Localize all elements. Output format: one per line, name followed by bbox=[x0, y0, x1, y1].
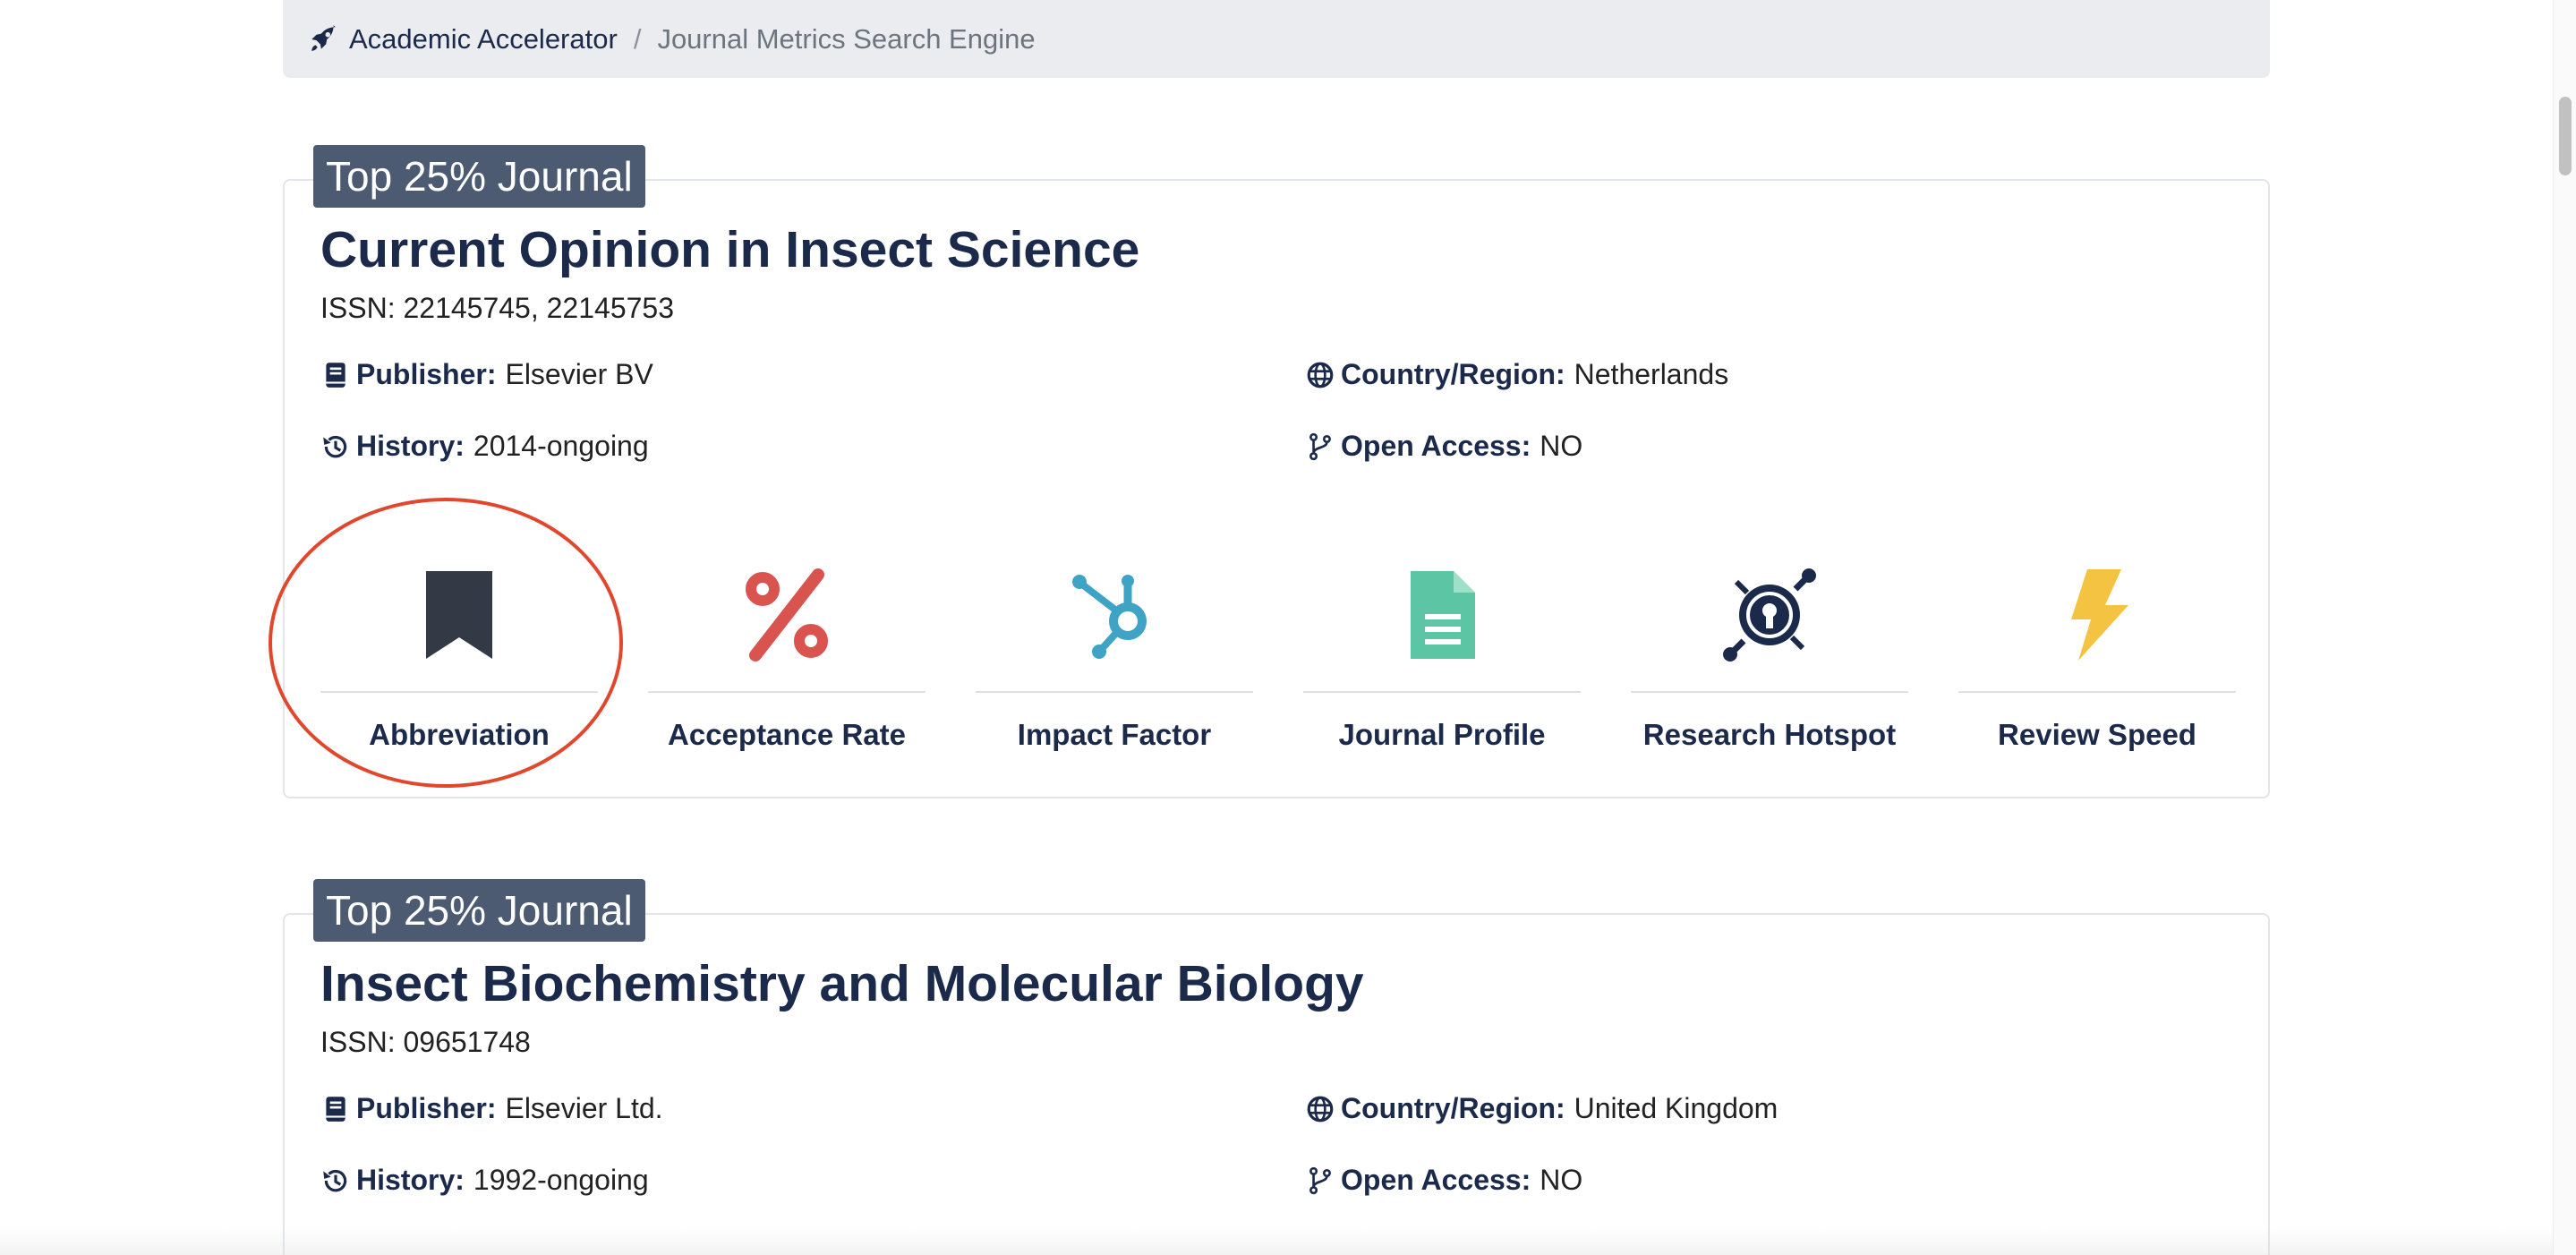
acceptance-rate-label: Acceptance Rate bbox=[668, 718, 906, 751]
journal-card: Top 25% Journal Insect Biochemistry and … bbox=[283, 879, 2270, 1255]
divider bbox=[976, 691, 1253, 693]
review-speed-button[interactable]: Review Speed bbox=[1958, 539, 2236, 798]
divider bbox=[1631, 691, 1908, 693]
impact-factor-button[interactable]: Impact Factor bbox=[976, 539, 1253, 798]
open-access-key: Open Access: bbox=[1341, 1164, 1531, 1196]
history-row: History: 1992-ongoing bbox=[320, 1164, 649, 1197]
code-branch-icon bbox=[1309, 432, 1331, 460]
country-key: Country/Region: bbox=[1341, 358, 1565, 390]
journal-title[interactable]: Current Opinion in Insect Science bbox=[320, 220, 1139, 279]
globe-icon bbox=[1307, 362, 1334, 388]
rank-badge: Top 25% Journal bbox=[313, 145, 645, 208]
publisher-key: Publisher: bbox=[356, 1092, 497, 1124]
history-key: History: bbox=[356, 1164, 465, 1196]
country-row: Country/Region: United Kingdom bbox=[1305, 1092, 1778, 1125]
book-icon bbox=[326, 1096, 345, 1122]
percent-icon bbox=[746, 568, 828, 662]
country-key: Country/Region: bbox=[1341, 1092, 1565, 1124]
open-access-value: NO bbox=[1540, 1164, 1583, 1196]
publisher-row: Publisher: Elsevier BV bbox=[320, 358, 653, 391]
history-icon bbox=[323, 1169, 347, 1191]
bolt-icon bbox=[2071, 569, 2128, 661]
open-access-key: Open Access: bbox=[1341, 430, 1531, 462]
divider bbox=[1303, 691, 1581, 693]
divider bbox=[1958, 691, 2236, 693]
journal-profile-label: Journal Profile bbox=[1338, 718, 1546, 751]
open-access-row: Open Access: NO bbox=[1305, 1164, 1582, 1197]
abbreviation-label: Abbreviation bbox=[369, 718, 550, 751]
country-value: United Kingdom bbox=[1574, 1092, 1778, 1124]
divider bbox=[320, 691, 598, 693]
page: Academic Accelerator / Journal Metrics S… bbox=[0, 0, 2576, 1255]
rank-badge: Top 25% Journal bbox=[313, 879, 645, 942]
scrollbar-thumb[interactable] bbox=[2559, 97, 2572, 175]
open-access-row: Open Access: NO bbox=[1305, 430, 1582, 463]
breadcrumb-separator: / bbox=[633, 22, 642, 55]
divider bbox=[648, 691, 925, 693]
history-value: 1992-ongoing bbox=[473, 1164, 649, 1196]
rocket-icon bbox=[311, 24, 336, 51]
publisher-key: Publisher: bbox=[356, 358, 497, 390]
country-value: Netherlands bbox=[1574, 358, 1729, 390]
breadcrumb: Academic Accelerator / Journal Metrics S… bbox=[283, 0, 2270, 78]
bookmark-icon bbox=[426, 571, 492, 659]
research-hotspot-button[interactable]: Research Hotspot bbox=[1631, 539, 1908, 798]
acceptance-rate-button[interactable]: Acceptance Rate bbox=[648, 539, 925, 798]
publisher-value: Elsevier BV bbox=[505, 358, 653, 390]
hubspot-icon bbox=[1072, 575, 1147, 659]
globe-icon bbox=[1307, 1096, 1334, 1122]
impact-factor-label: Impact Factor bbox=[1017, 718, 1212, 751]
breadcrumb-home-link[interactable]: Academic Accelerator bbox=[349, 23, 618, 55]
abbreviation-button[interactable]: Abbreviation bbox=[320, 539, 598, 798]
research-hotspot-label: Research Hotspot bbox=[1642, 718, 1897, 751]
country-row: Country/Region: Netherlands bbox=[1305, 358, 1728, 391]
history-value: 2014-ongoing bbox=[473, 430, 649, 462]
vertical-scrollbar[interactable] bbox=[2553, 0, 2576, 1255]
journal-title[interactable]: Insect Biochemistry and Molecular Biolog… bbox=[320, 954, 1364, 1013]
journal-card: Top 25% Journal Current Opinion in Insec… bbox=[283, 145, 2270, 798]
history-key: History: bbox=[356, 430, 465, 462]
book-icon bbox=[326, 362, 345, 388]
journal-actions: Abbreviation Acceptance Rate Impact Fact… bbox=[320, 539, 2236, 798]
history-icon bbox=[323, 435, 347, 457]
journal-profile-button[interactable]: Journal Profile bbox=[1303, 539, 1581, 798]
journal-issn: ISSN: 09651748 bbox=[320, 1026, 531, 1058]
publisher-value: Elsevier Ltd. bbox=[505, 1092, 663, 1124]
journal-issn: ISSN: 22145745, 22145753 bbox=[320, 292, 674, 324]
history-row: History: 2014-ongoing bbox=[320, 430, 649, 463]
open-access-value: NO bbox=[1540, 430, 1583, 462]
review-speed-label: Review Speed bbox=[1998, 718, 2196, 751]
code-branch-icon bbox=[1309, 1166, 1331, 1194]
publisher-row: Publisher: Elsevier Ltd. bbox=[320, 1092, 663, 1125]
breadcrumb-current: Journal Metrics Search Engine bbox=[657, 22, 1036, 55]
file-icon bbox=[1411, 571, 1475, 659]
keycdn-icon bbox=[1723, 568, 1816, 662]
